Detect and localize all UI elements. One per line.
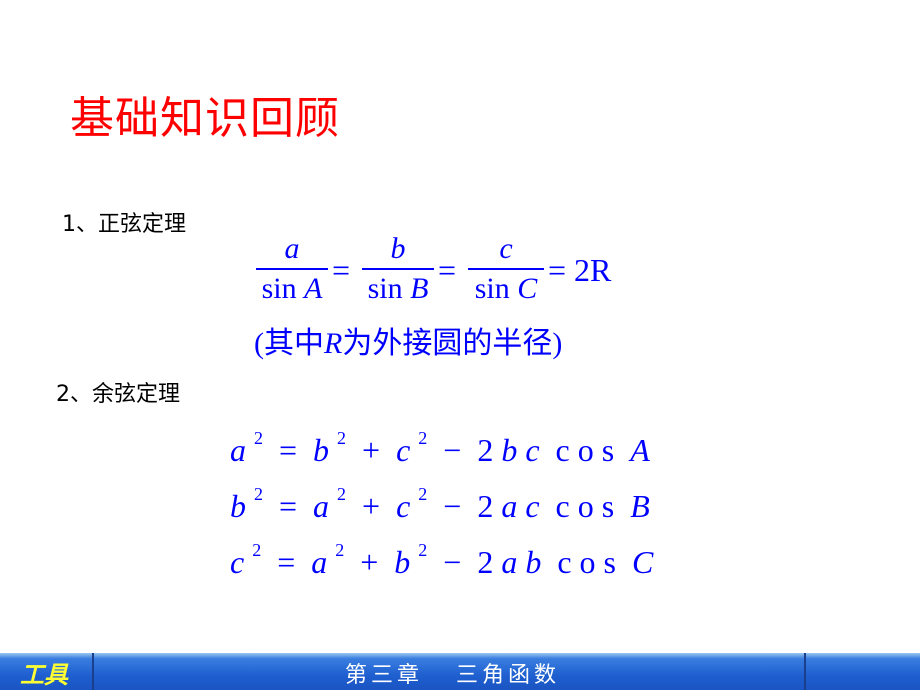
numerator: a: [284, 232, 300, 265]
section-cosine-law: 2、余弦定理: [56, 382, 180, 407]
fraction-c: c sin C: [468, 234, 544, 305]
fraction-bar: [468, 268, 544, 270]
equals-sign: =: [438, 252, 457, 288]
cosine-law-b: b 2 = a 2 + c 2 − 2 a c c o s B: [230, 484, 650, 524]
chapter-banner: 第三章 三角函数: [94, 653, 806, 690]
slide-title: 基础知识回顾: [70, 93, 340, 144]
nav-button[interactable]: [806, 653, 920, 690]
fraction-a: a sin A: [256, 234, 328, 305]
denominator: sin A: [261, 272, 323, 305]
chapter-label: 第三章 三角函数: [345, 663, 560, 688]
fraction-b: b sin B: [362, 234, 434, 305]
section-sine-law: 1、正弦定理: [62, 212, 186, 237]
numerator: b: [390, 232, 406, 265]
fraction-bar: [256, 268, 328, 270]
denominator: sin C: [474, 272, 538, 305]
cosine-law-c: c 2 = a 2 + b 2 − 2 a b c o s C: [230, 540, 654, 580]
equals-2r: = 2R: [548, 252, 612, 288]
footer-bar: 工具 第三章 三角函数: [0, 653, 920, 690]
cosine-law-a: a 2 = b 2 + c 2 − 2 b c c o s A: [230, 428, 650, 468]
tools-label: 工具: [20, 660, 68, 689]
numerator: c: [499, 232, 513, 265]
fraction-bar: [362, 268, 434, 270]
circumradius-note: (其中R为外接圆的半径): [254, 327, 563, 360]
equals-sign: =: [332, 252, 351, 288]
denominator: sin B: [367, 272, 429, 305]
tools-button[interactable]: 工具: [0, 653, 94, 690]
